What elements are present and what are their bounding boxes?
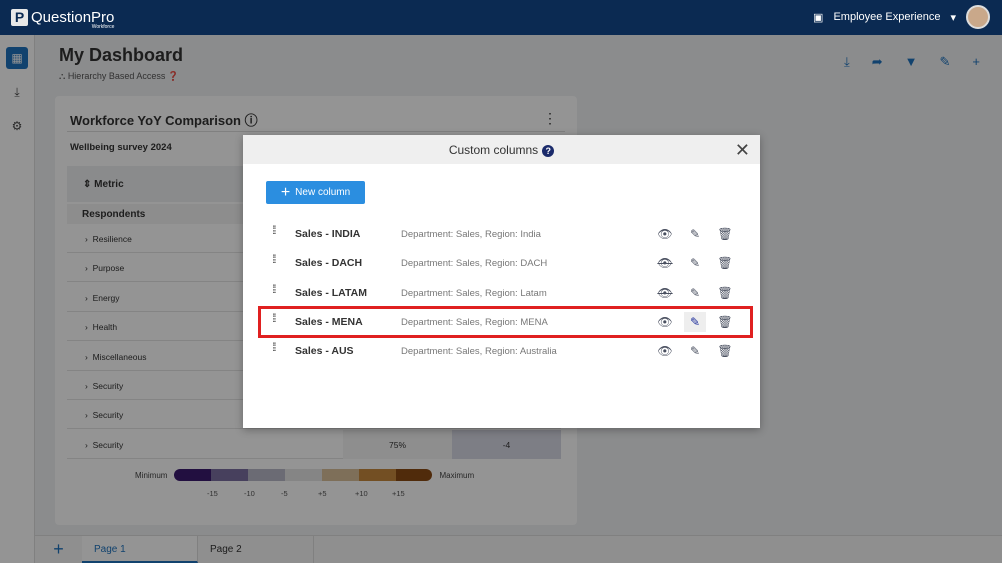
chevron-down-icon[interactable]: ▾ <box>950 11 956 24</box>
column-name: Sales - INDIA <box>295 228 361 240</box>
eye-icon[interactable]: 👁 <box>654 224 676 244</box>
logo[interactable]: P QuestionPro Workforce <box>11 9 114 30</box>
column-name: Sales - MENA <box>295 315 363 328</box>
brand-sub: Workforce <box>91 24 115 30</box>
dialog-title: Custom columns <box>448 143 539 157</box>
trash-icon[interactable]: 🗑 <box>714 253 736 273</box>
column-description: Department: Sales, Region: DACH <box>401 258 548 270</box>
column-description: Department: Sales, Region: Latam <box>401 287 547 299</box>
eye-icon[interactable]: 👁 <box>654 312 676 332</box>
drag-handle-icon[interactable]: ⁞⁞ <box>272 341 284 353</box>
column-row: ⁞⁞ Sales - DACH Department: Sales, Region:… <box>261 250 744 276</box>
logo-icon: P <box>11 9 28 26</box>
trash-icon[interactable]: 🗑 <box>714 224 736 244</box>
product-switcher[interactable]: Employee Experience <box>833 11 940 23</box>
column-description: Department: Sales, Region: MENA <box>401 316 548 328</box>
column-name: Sales - LATAM <box>295 286 367 299</box>
custom-columns-dialog: Custom columns? ✕ + New column ⁞⁞ Sales - … <box>243 135 760 428</box>
close-icon[interactable]: ✕ <box>735 140 750 161</box>
drag-handle-icon[interactable]: ⁞⁞ <box>272 224 284 236</box>
new-column-label: New column <box>295 187 351 198</box>
edit-icon[interactable]: ✎ <box>684 311 706 332</box>
briefcase-icon: ▣ <box>813 11 824 24</box>
edit-icon[interactable]: ✎ <box>684 341 706 361</box>
drag-handle-icon[interactable]: ⁞⁞ <box>272 312 284 324</box>
trash-icon[interactable]: 🗑 <box>714 341 736 361</box>
drag-handle-icon[interactable]: ⁞⁞ <box>272 283 284 295</box>
eye-off-icon[interactable]: 👁 <box>654 253 676 273</box>
column-name: Sales - DACH <box>295 257 363 270</box>
column-row: ⁞⁞ Sales - AUS Department: Sales, Region: … <box>261 338 744 364</box>
avatar[interactable] <box>966 5 990 29</box>
edit-icon[interactable]: ✎ <box>684 253 706 273</box>
column-description: Department: Sales, Region: Australia <box>401 346 557 358</box>
trash-icon[interactable]: 🗑 <box>714 283 736 303</box>
eye-off-icon[interactable]: 👁 <box>654 283 676 303</box>
edit-icon[interactable]: ✎ <box>684 224 706 244</box>
help-icon[interactable]: ? <box>542 145 555 157</box>
column-row: ⁞⁞ Sales - MENA Department: Sales, Region:… <box>258 305 753 338</box>
column-name: Sales - AUS <box>295 345 354 358</box>
drag-handle-icon[interactable]: ⁞⁞ <box>272 253 284 265</box>
new-column-button[interactable]: + New column <box>266 181 365 204</box>
column-row: ⁞⁞ Sales - INDIA Department: Sales, Region… <box>261 221 744 247</box>
eye-icon[interactable]: 👁 <box>654 341 676 361</box>
trash-icon[interactable]: 🗑 <box>714 312 736 332</box>
top-bar: P QuestionPro Workforce ▣ Employee Experien… <box>0 0 1002 35</box>
column-description: Department: Sales, Region: India <box>401 229 541 240</box>
column-row: ⁞⁞ Sales - LATAM Department: Sales, Region… <box>261 280 744 306</box>
edit-icon[interactable]: ✎ <box>684 283 706 303</box>
